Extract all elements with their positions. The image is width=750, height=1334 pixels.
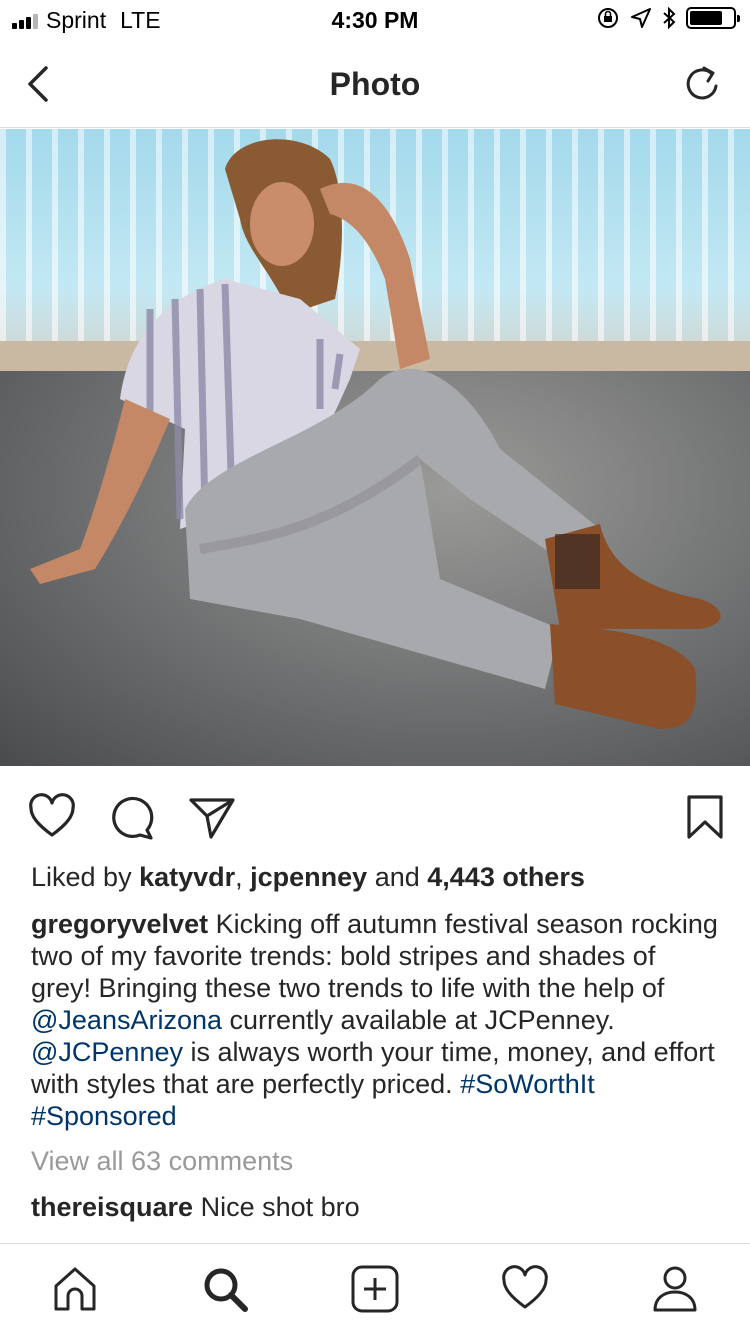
battery-icon xyxy=(686,7,740,29)
comment-username[interactable]: thereisquare xyxy=(31,1192,193,1222)
comment-text: Nice shot bro xyxy=(193,1192,360,1222)
comment-icon[interactable] xyxy=(107,792,157,842)
photo-figure xyxy=(30,139,721,729)
comment-item: thereisquare Nice shot bro xyxy=(31,1192,360,1223)
view-all-comments-link[interactable]: View all 63 comments xyxy=(31,1146,293,1177)
bookmark-icon[interactable] xyxy=(680,792,730,842)
search-icon[interactable] xyxy=(200,1264,250,1314)
add-post-icon[interactable] xyxy=(350,1264,400,1314)
battery-fill xyxy=(690,11,722,25)
caption-text: currently available at JCPenney. xyxy=(222,1005,615,1035)
liker-link[interactable]: jcpenney xyxy=(250,862,367,892)
nav-bar: Photo xyxy=(0,40,750,128)
mention-link[interactable]: @JeansArizona xyxy=(31,1005,222,1035)
likes-summary: Liked by katyvdr, jcpenney and 4,443 oth… xyxy=(31,862,731,893)
caption-username[interactable]: gregoryvelvet xyxy=(31,909,208,939)
location-icon xyxy=(631,8,651,28)
likes-count[interactable]: 4,443 others xyxy=(427,862,585,892)
home-icon[interactable] xyxy=(50,1264,100,1314)
post-actions xyxy=(0,766,750,866)
hashtag-link[interactable]: #Sponsored xyxy=(31,1101,177,1131)
hashtag-link[interactable]: #SoWorthIt xyxy=(460,1069,595,1099)
status-right xyxy=(596,6,740,30)
activity-heart-icon[interactable] xyxy=(500,1264,550,1314)
mention-link[interactable]: @JCPenney xyxy=(31,1037,183,1067)
status-bar: Sprint LTE 4:30 PM xyxy=(0,0,750,40)
heart-icon[interactable] xyxy=(27,792,77,842)
post-photo[interactable] xyxy=(0,129,750,766)
refresh-icon[interactable] xyxy=(680,62,724,106)
rotation-lock-icon xyxy=(598,8,618,28)
likes-prefix: Liked by xyxy=(31,862,140,892)
liker-link[interactable]: katyvdr xyxy=(139,862,235,892)
bluetooth-icon xyxy=(663,6,676,30)
page-title: Photo xyxy=(329,66,421,102)
profile-icon[interactable] xyxy=(650,1264,700,1314)
send-icon[interactable] xyxy=(187,792,237,842)
likes-and: and xyxy=(367,862,428,892)
tab-bar xyxy=(0,1243,750,1334)
likes-sep: , xyxy=(235,862,251,892)
post-caption: gregoryvelvet Kicking off autumn festiva… xyxy=(31,908,721,1132)
